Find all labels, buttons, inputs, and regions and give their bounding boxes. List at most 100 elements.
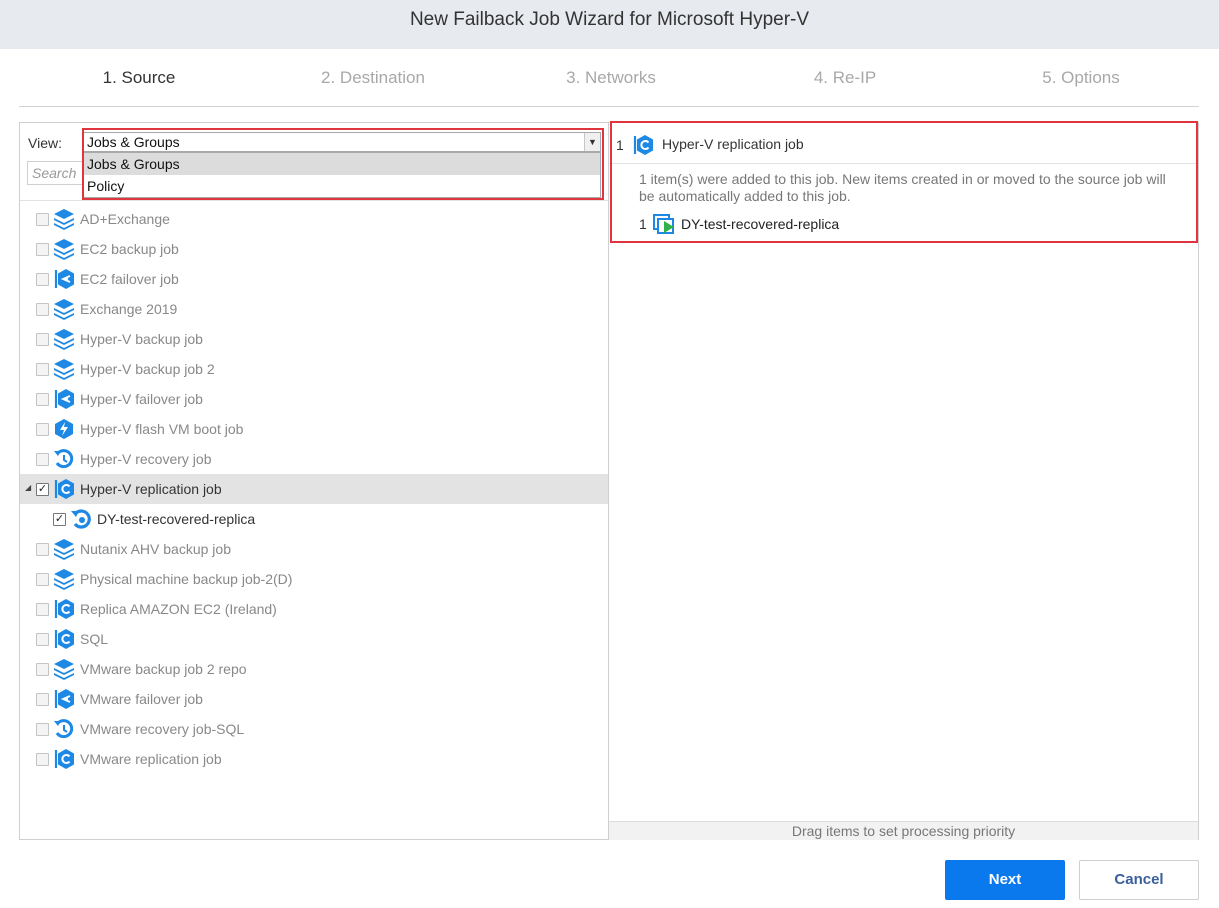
job-title: Hyper-V replication job (662, 136, 804, 152)
view-option-jobs-groups[interactable]: Jobs & Groups (84, 153, 600, 175)
tree-checkbox[interactable] (36, 243, 49, 256)
tree-item[interactable]: VMware backup job 2 repo (20, 654, 608, 684)
replication-job-icon (53, 748, 75, 770)
tree-checkbox[interactable] (36, 663, 49, 676)
tree-item-label: Hyper-V recovery job (80, 451, 212, 467)
tree-checkbox[interactable] (36, 723, 49, 736)
recovery-job-icon (53, 718, 75, 740)
item-index: 1 (639, 216, 647, 232)
selected-item-label[interactable]: DY-test-recovered-replica (681, 216, 839, 232)
tree-item[interactable]: VMware recovery job-SQL (20, 714, 608, 744)
source-panel: View: Jobs & Groups ▼ Jobs & Groups Poli… (19, 122, 609, 840)
tree-item-label: VMware replication job (80, 751, 222, 767)
tree-item-label: VMware recovery job-SQL (80, 721, 245, 737)
tree-item[interactable]: VMware failover job (20, 684, 608, 714)
tree-checkbox[interactable] (36, 333, 49, 346)
tree-checkbox[interactable] (36, 453, 49, 466)
tree-item[interactable]: Physical machine backup job-2(D) (20, 564, 608, 594)
tree-item[interactable]: EC2 failover job (20, 264, 608, 294)
tree-checkbox[interactable] (36, 303, 49, 316)
job-note: 1 item(s) were added to this job. New it… (639, 171, 1166, 204)
replication-job-icon (53, 598, 75, 620)
tree-item[interactable]: VMware replication job (20, 744, 608, 774)
recovered-replica-icon (70, 508, 92, 530)
backup-job-icon (53, 538, 75, 560)
tree-checkbox[interactable] (36, 393, 49, 406)
tree-item-label: Hyper-V backup job (80, 331, 203, 347)
tree-item-label: EC2 backup job (80, 241, 179, 257)
tree-checkbox[interactable] (36, 753, 49, 766)
tree-item[interactable]: Replica AMAZON EC2 (Ireland) (20, 594, 608, 624)
failover-job-icon (53, 388, 75, 410)
selected-job-header[interactable]: 1 Hyper-V replication job (609, 123, 1198, 164)
tree-item[interactable]: Hyper-V backup job (20, 324, 608, 354)
wizard-steps: 1. Source 2. Destination 3. Networks 4. … (19, 49, 1199, 107)
backup-job-icon (53, 568, 75, 590)
search-input[interactable]: Search (27, 161, 87, 185)
backup-job-icon (53, 358, 75, 380)
tree-item-label: Hyper-V flash VM boot job (80, 421, 244, 437)
backup-job-icon (53, 658, 75, 680)
view-dropdown-list: Jobs & Groups Policy (83, 152, 601, 198)
tree-checkbox[interactable]: ✓ (53, 513, 66, 526)
tree-checkbox[interactable] (36, 633, 49, 646)
job-index: 1 (616, 137, 624, 153)
wizard-title: New Failback Job Wizard for Microsoft Hy… (0, 0, 1219, 49)
step-destination[interactable]: 2. Destination (253, 68, 493, 88)
tree-checkbox[interactable] (36, 423, 49, 436)
tree-item-label: EC2 failover job (80, 271, 179, 287)
view-label: View: (28, 135, 62, 151)
tree-checkbox[interactable] (36, 693, 49, 706)
tree-checkbox[interactable] (36, 543, 49, 556)
view-select-value: Jobs & Groups (87, 134, 180, 150)
backup-job-icon (53, 298, 75, 320)
tree-child-item[interactable]: ✓ DY-test-recovered-replica (20, 504, 608, 534)
backup-job-icon (53, 328, 75, 350)
tree-item-label: Hyper-V backup job 2 (80, 361, 215, 377)
failover-job-icon (53, 688, 75, 710)
step-re-ip[interactable]: 4. Re-IP (725, 68, 965, 88)
chevron-down-icon[interactable]: ▼ (584, 133, 600, 151)
tree-item[interactable]: SQL (20, 624, 608, 654)
view-option-policy[interactable]: Policy (84, 175, 600, 197)
tree-item-label: Exchange 2019 (80, 301, 178, 317)
tree-item[interactable]: EC2 backup job (20, 234, 608, 264)
divider (20, 200, 608, 201)
recovery-job-icon (53, 448, 75, 470)
tree-item[interactable]: ◢ ✓ Hyper-V replication job (20, 474, 608, 504)
tree-item-label: DY-test-recovered-replica (97, 511, 256, 527)
backup-job-icon (53, 208, 75, 230)
failover-job-icon (53, 268, 75, 290)
tree-item-label: Hyper-V replication job (80, 481, 222, 497)
tree-checkbox[interactable] (36, 273, 49, 286)
cancel-button[interactable]: Cancel (1079, 860, 1199, 900)
step-options[interactable]: 5. Options (961, 68, 1201, 88)
expand-arrow-icon[interactable]: ◢ (25, 483, 31, 492)
tree-item[interactable]: Exchange 2019 (20, 294, 608, 324)
tree-item[interactable]: Hyper-V failover job (20, 384, 608, 414)
step-source[interactable]: 1. Source (19, 68, 259, 88)
tree-item[interactable]: Hyper-V backup job 2 (20, 354, 608, 384)
tree-item[interactable]: AD+Exchange (20, 204, 608, 234)
selected-items-panel: 1 Hyper-V replication job 1 item(s) were… (609, 122, 1199, 840)
tree-checkbox[interactable] (36, 363, 49, 376)
view-select[interactable]: Jobs & Groups ▼ (83, 132, 601, 152)
tree-item[interactable]: Hyper-V flash VM boot job (20, 414, 608, 444)
tree-item-label: SQL (80, 631, 109, 647)
tree-checkbox[interactable]: ✓ (36, 483, 49, 496)
drag-hint: Drag items to set processing priority (609, 821, 1198, 840)
tree-item-label: VMware backup job 2 repo (80, 661, 247, 677)
tree-item-label: VMware failover job (80, 691, 203, 707)
replication-job-icon (53, 478, 75, 500)
tree-item-label: AD+Exchange (80, 211, 170, 227)
tree-item-label: Physical machine backup job-2(D) (80, 571, 293, 587)
next-button[interactable]: Next (945, 860, 1065, 900)
tree-checkbox[interactable] (36, 573, 49, 586)
step-networks[interactable]: 3. Networks (491, 68, 731, 88)
tree-item[interactable]: Hyper-V recovery job (20, 444, 608, 474)
tree-checkbox[interactable] (36, 213, 49, 226)
tree-item[interactable]: Nutanix AHV backup job (20, 534, 608, 564)
tree-item-label: Replica AMAZON EC2 (Ireland) (80, 601, 277, 617)
tree-checkbox[interactable] (36, 603, 49, 616)
flash-boot-job-icon (53, 418, 75, 440)
